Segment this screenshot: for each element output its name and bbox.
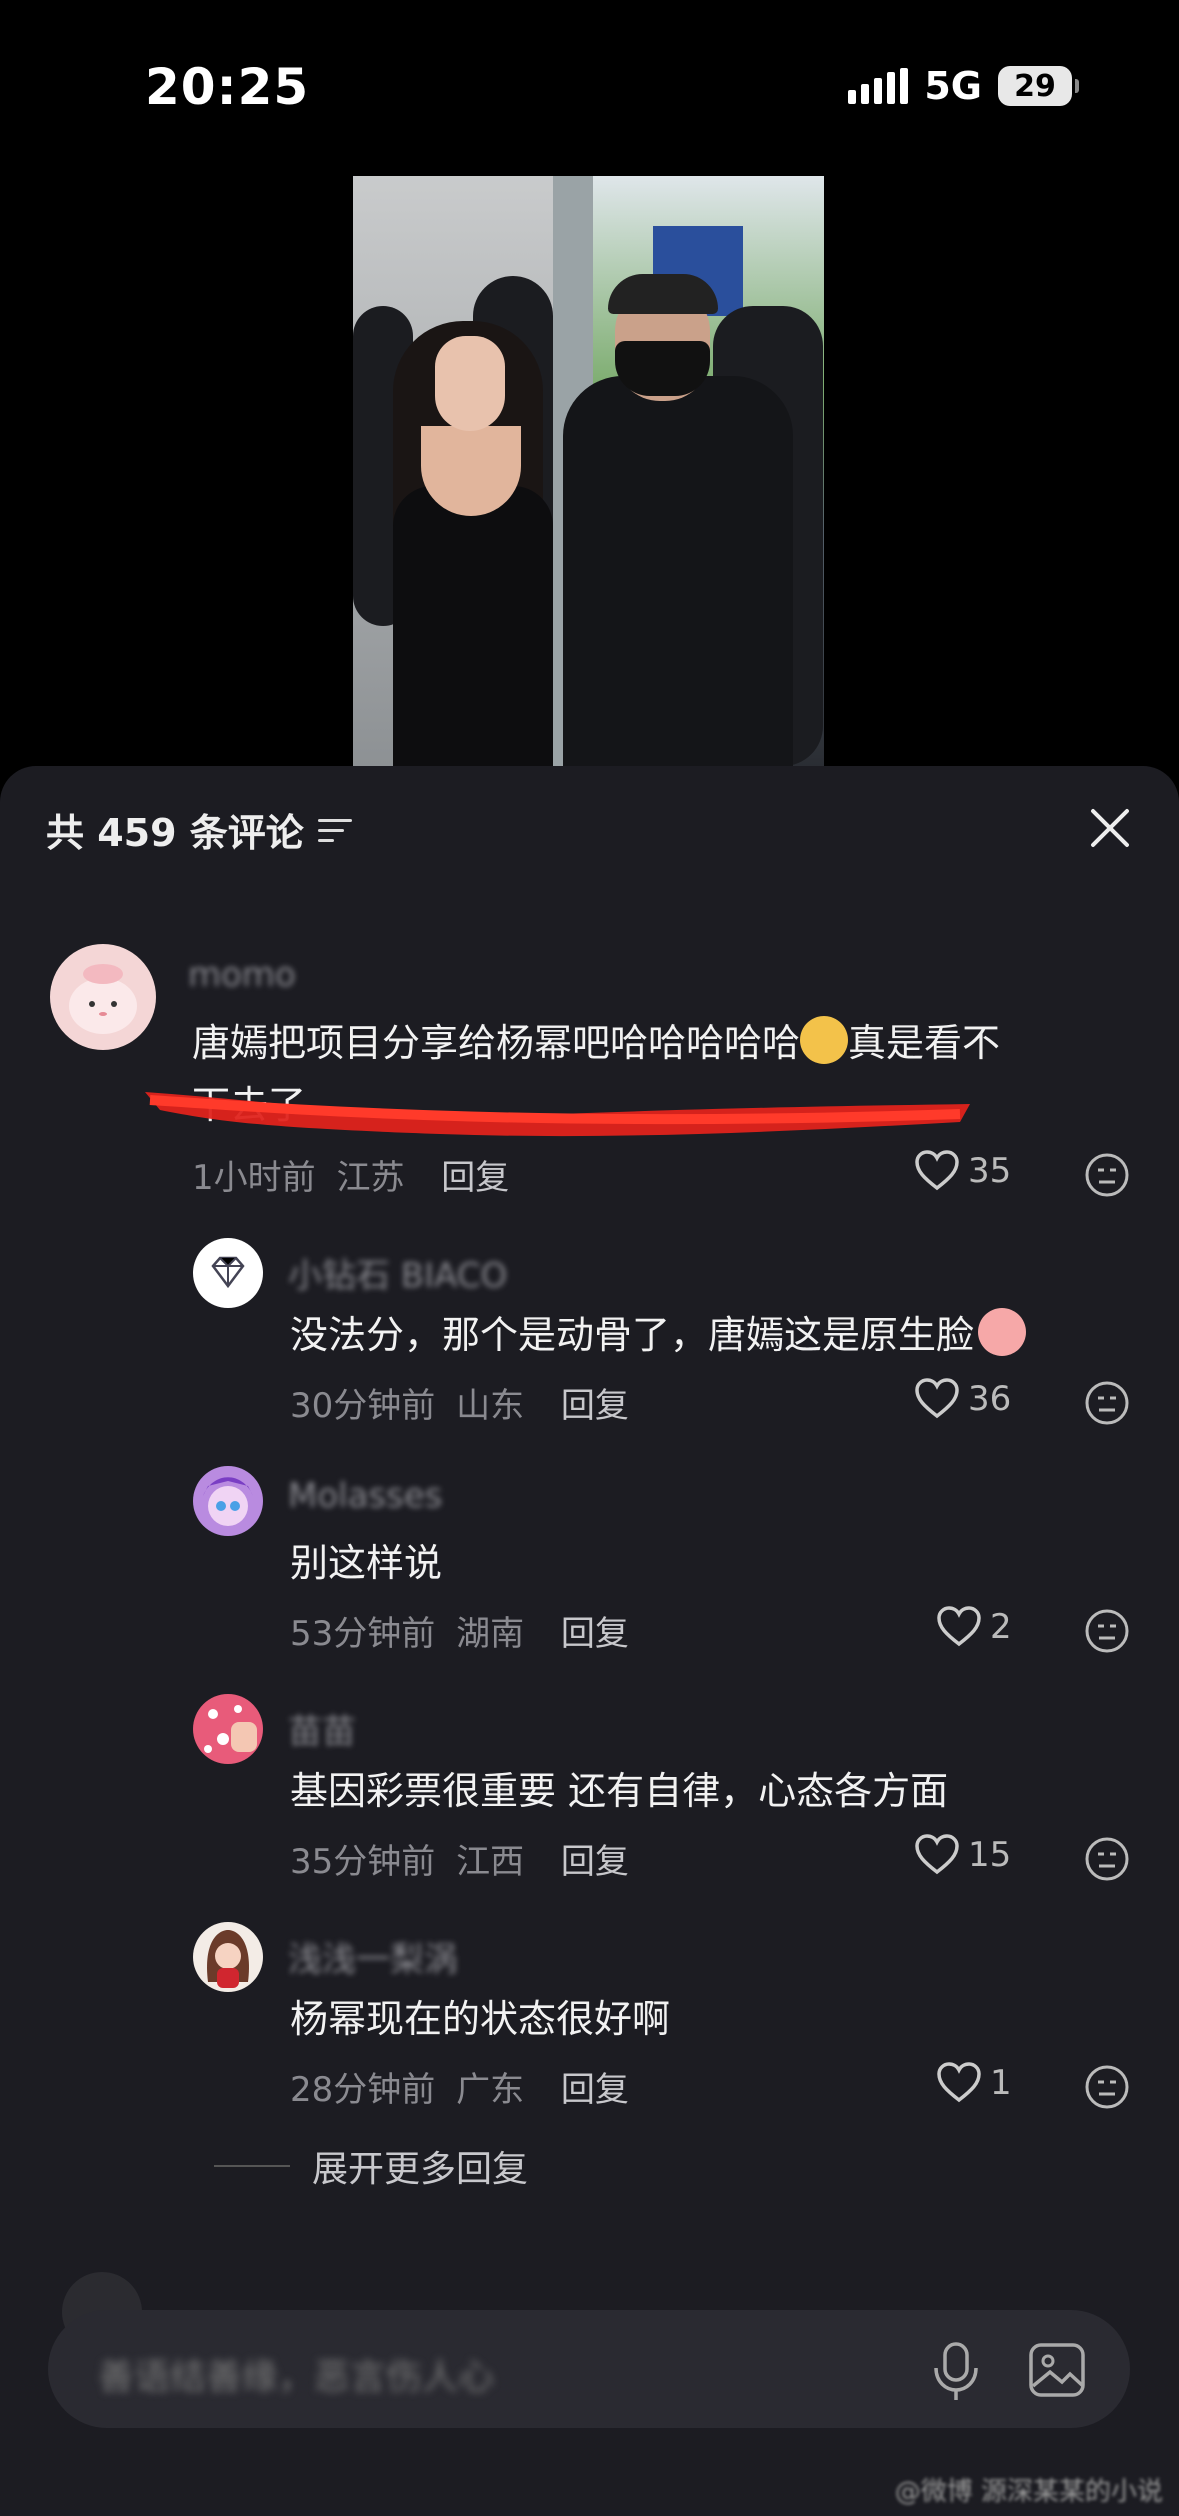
reply-button[interactable]: 回复 [441,1158,509,1198]
comment-location: 湖南 [456,1614,525,1654]
comment-text: 唐嫣把项目分享给杨幂吧哈哈哈哈哈 真是看不 [192,1014,1000,1072]
like-count: 36 [968,1379,1012,1419]
expand-more-replies[interactable]: 展开更多回复 [214,2140,528,2192]
expand-more-label: 展开更多回复 [312,2149,529,2190]
comment-text-part: 没法分，那个是动骨了，唐嫣这是原生脸 [290,1313,975,1357]
heart-icon [937,1606,981,1647]
comment-text: 杨幂现在的状态很好啊 [290,1997,671,2041]
crying-emoji-icon [978,1308,1027,1356]
comment-username[interactable]: momo [188,955,296,995]
watermark: @微博 源深某某的小说 [894,2477,1163,2507]
comment-time: 53分钟前 [290,1614,436,1654]
like-button[interactable]: 35 [914,1150,1011,1192]
comment-meta: 35分钟前 江西 回复 [290,1834,629,1883]
avatar[interactable] [193,1922,263,1992]
reply-button[interactable]: 回复 [561,2070,629,2110]
comment-time: 1小时前 [192,1158,316,1198]
close-icon[interactable] [1088,806,1132,850]
diamond-icon [211,1256,245,1289]
status-time: 20:25 [145,58,310,116]
comment-location: 江西 [456,1842,525,1882]
sort-filter-icon[interactable] [317,815,354,845]
comment-input[interactable]: 善语结善缘，恶言伤人心 [48,2310,1130,2428]
comment-time: 30分钟前 [290,1386,436,1426]
comments-header: 共 459 条评论 [46,802,354,857]
emoji-reaction-icon[interactable] [1084,1380,1130,1426]
avatar[interactable] [193,1238,263,1308]
emoji-reaction-icon[interactable] [1084,1608,1130,1654]
comment-text: 没法分，那个是动骨了，唐嫣这是原生脸 [290,1306,1027,1364]
comment-input-placeholder: 善语结善缘，恶言伤人心 [98,2357,495,2398]
comment-text: 别这样说 [290,1541,443,1585]
reply-button[interactable]: 回复 [561,1614,629,1654]
like-button[interactable]: 36 [914,1378,1011,1420]
signal-icon [848,68,909,104]
heart-icon [937,2062,981,2103]
comment-meta: 28分钟前 广东 回复 [290,2062,629,2111]
comment-username[interactable]: Molasses [288,1476,442,1516]
red-scribble-annotation [145,1092,970,1137]
comment-location: 江苏 [336,1158,405,1198]
like-count: 1 [990,2063,1012,2103]
avatar[interactable] [193,1694,263,1764]
comment-location: 广东 [456,2070,525,2110]
reply-button[interactable]: 回复 [561,1842,629,1882]
like-button[interactable]: 2 [936,1606,1012,1648]
emoji-reaction-icon[interactable] [1084,2064,1130,2110]
comment-username[interactable]: 浅浅一梨涡 [288,1932,458,1981]
comment-username[interactable]: 苗苗 [288,1704,356,1753]
heart-icon [915,1378,959,1419]
like-count: 2 [990,1607,1012,1647]
emoji-reaction-icon[interactable] [1084,1836,1130,1882]
microphone-icon[interactable] [928,2340,984,2402]
heart-icon [915,1834,959,1875]
avatar[interactable] [50,944,156,1050]
reply-button[interactable]: 回复 [561,1386,629,1426]
comment-meta: 1小时前 江苏 回复 [192,1150,509,1199]
comment-location: 山东 [456,1386,525,1426]
like-button[interactable]: 1 [936,2062,1012,2104]
emoji-reaction-icon[interactable] [1084,1152,1130,1198]
comment-meta: 30分钟前 山东 回复 [290,1378,629,1427]
like-count: 35 [968,1151,1012,1191]
comment-time: 35分钟前 [290,1842,436,1882]
comment-count: 共 459 条评论 [46,811,304,855]
heart-icon [915,1150,959,1191]
like-button[interactable]: 15 [914,1834,1011,1876]
comment-time: 28分钟前 [290,2070,436,2110]
emoji-icon [800,1016,849,1064]
divider [214,2165,290,2167]
comment-meta: 53分钟前 湖南 回复 [290,1606,629,1655]
image-icon[interactable] [1028,2342,1086,2398]
video-player[interactable] [353,176,824,766]
comment-text: 基因彩票很重要 还有自律，心态各方面 [290,1769,949,1813]
network-label: 5G [924,64,982,108]
like-count: 15 [968,1835,1012,1875]
status-indicators: 5G 29 [848,64,1079,108]
battery-icon: 29 [998,66,1079,106]
battery-level: 29 [998,66,1072,106]
comment-text-part: 唐嫣把项目分享给杨幂吧哈哈哈哈哈 [192,1021,801,1065]
comment-username[interactable]: 小钻石 BIACO [288,1248,507,1297]
avatar[interactable] [193,1466,263,1536]
status-bar: 20:25 5G 29 [0,0,1179,170]
comment-text-part: 真是看不 [848,1021,1001,1065]
